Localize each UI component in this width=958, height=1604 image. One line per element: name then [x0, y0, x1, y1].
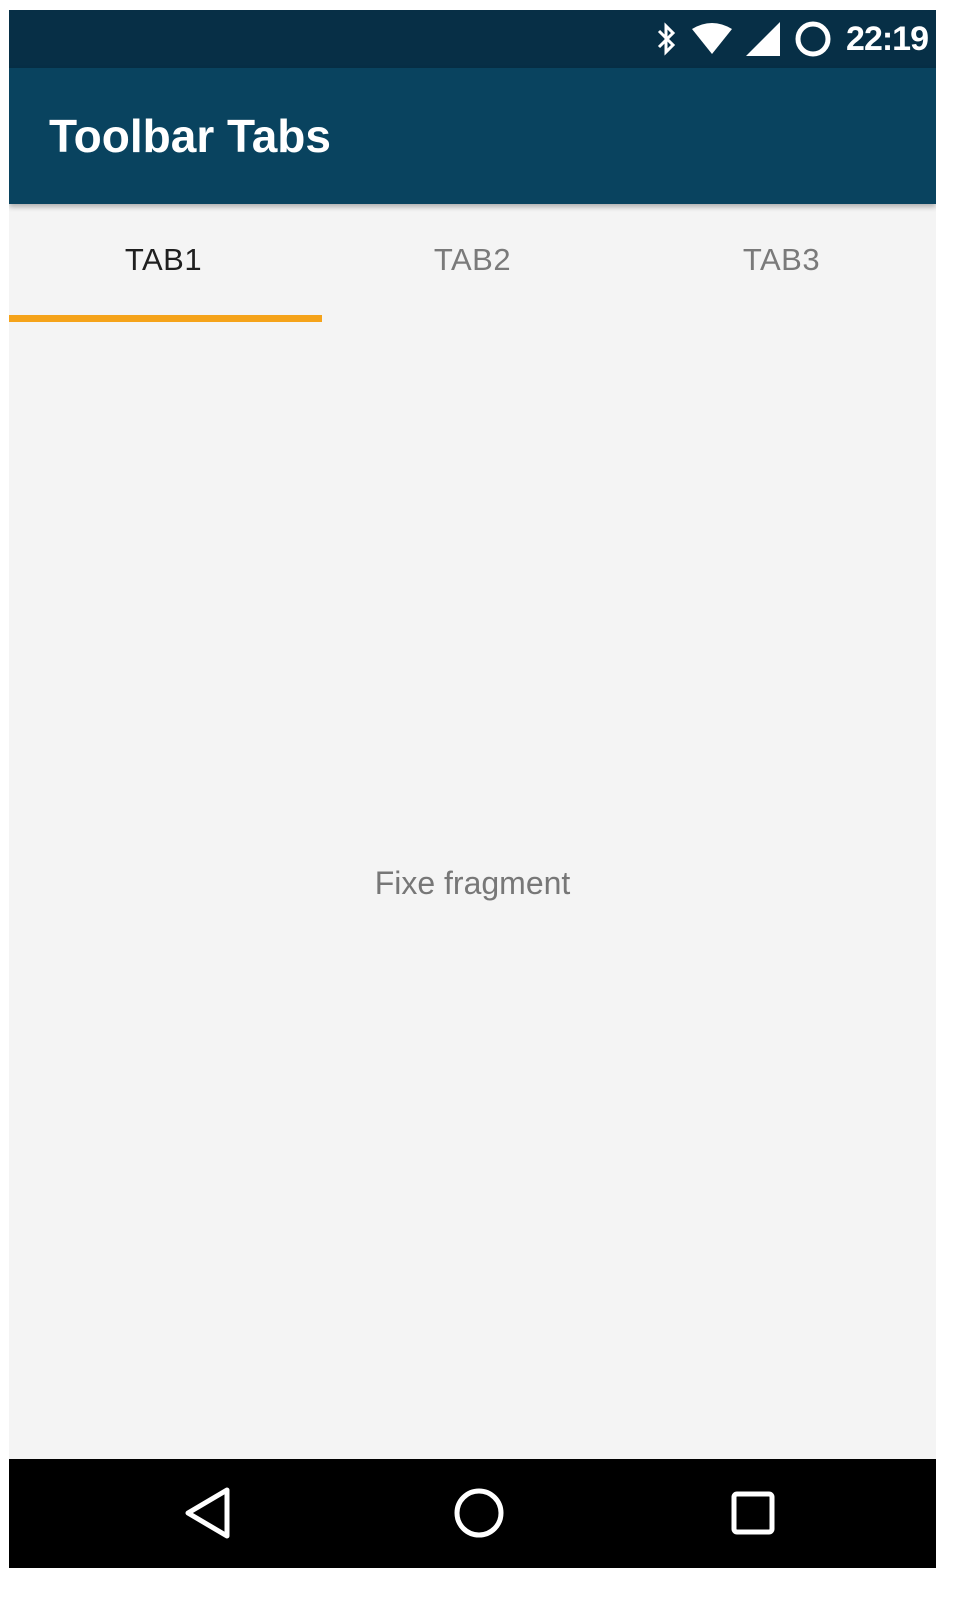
tab-bar: TAB1 TAB2 TAB3: [9, 204, 936, 322]
tab-tab2[interactable]: TAB2: [318, 204, 627, 322]
sync-circle-icon: [794, 20, 832, 58]
tab-label: TAB3: [742, 242, 821, 277]
status-time: 22:19: [846, 19, 929, 58]
tab-label: TAB1: [124, 242, 203, 277]
status-icons: 22:19: [656, 10, 929, 68]
fragment-content: Fixe fragment: [9, 322, 936, 1459]
tab-label: TAB2: [433, 242, 512, 277]
navigation-bar: [9, 1459, 936, 1568]
recents-button[interactable]: [721, 1483, 785, 1547]
back-button[interactable]: [175, 1483, 239, 1547]
tab-tab3[interactable]: TAB3: [627, 204, 936, 322]
recents-icon: [729, 1489, 777, 1542]
cell-signal-icon: [746, 22, 781, 56]
status-bar: 22:19: [9, 10, 936, 68]
selected-tab-indicator: [9, 315, 322, 322]
home-button[interactable]: [447, 1483, 511, 1547]
back-icon: [181, 1485, 233, 1546]
tab-tab1[interactable]: TAB1: [9, 204, 318, 322]
toolbar-title: Toolbar Tabs: [49, 110, 331, 162]
bluetooth-icon: [656, 22, 678, 56]
toolbar: Toolbar Tabs: [9, 68, 936, 204]
app-screen: 22:19 Toolbar Tabs TAB1 TAB2 TAB3 Fixe f…: [9, 10, 936, 1568]
wifi-icon: [692, 23, 733, 55]
fragment-text: Fixe fragment: [374, 865, 571, 901]
home-icon: [452, 1486, 506, 1545]
